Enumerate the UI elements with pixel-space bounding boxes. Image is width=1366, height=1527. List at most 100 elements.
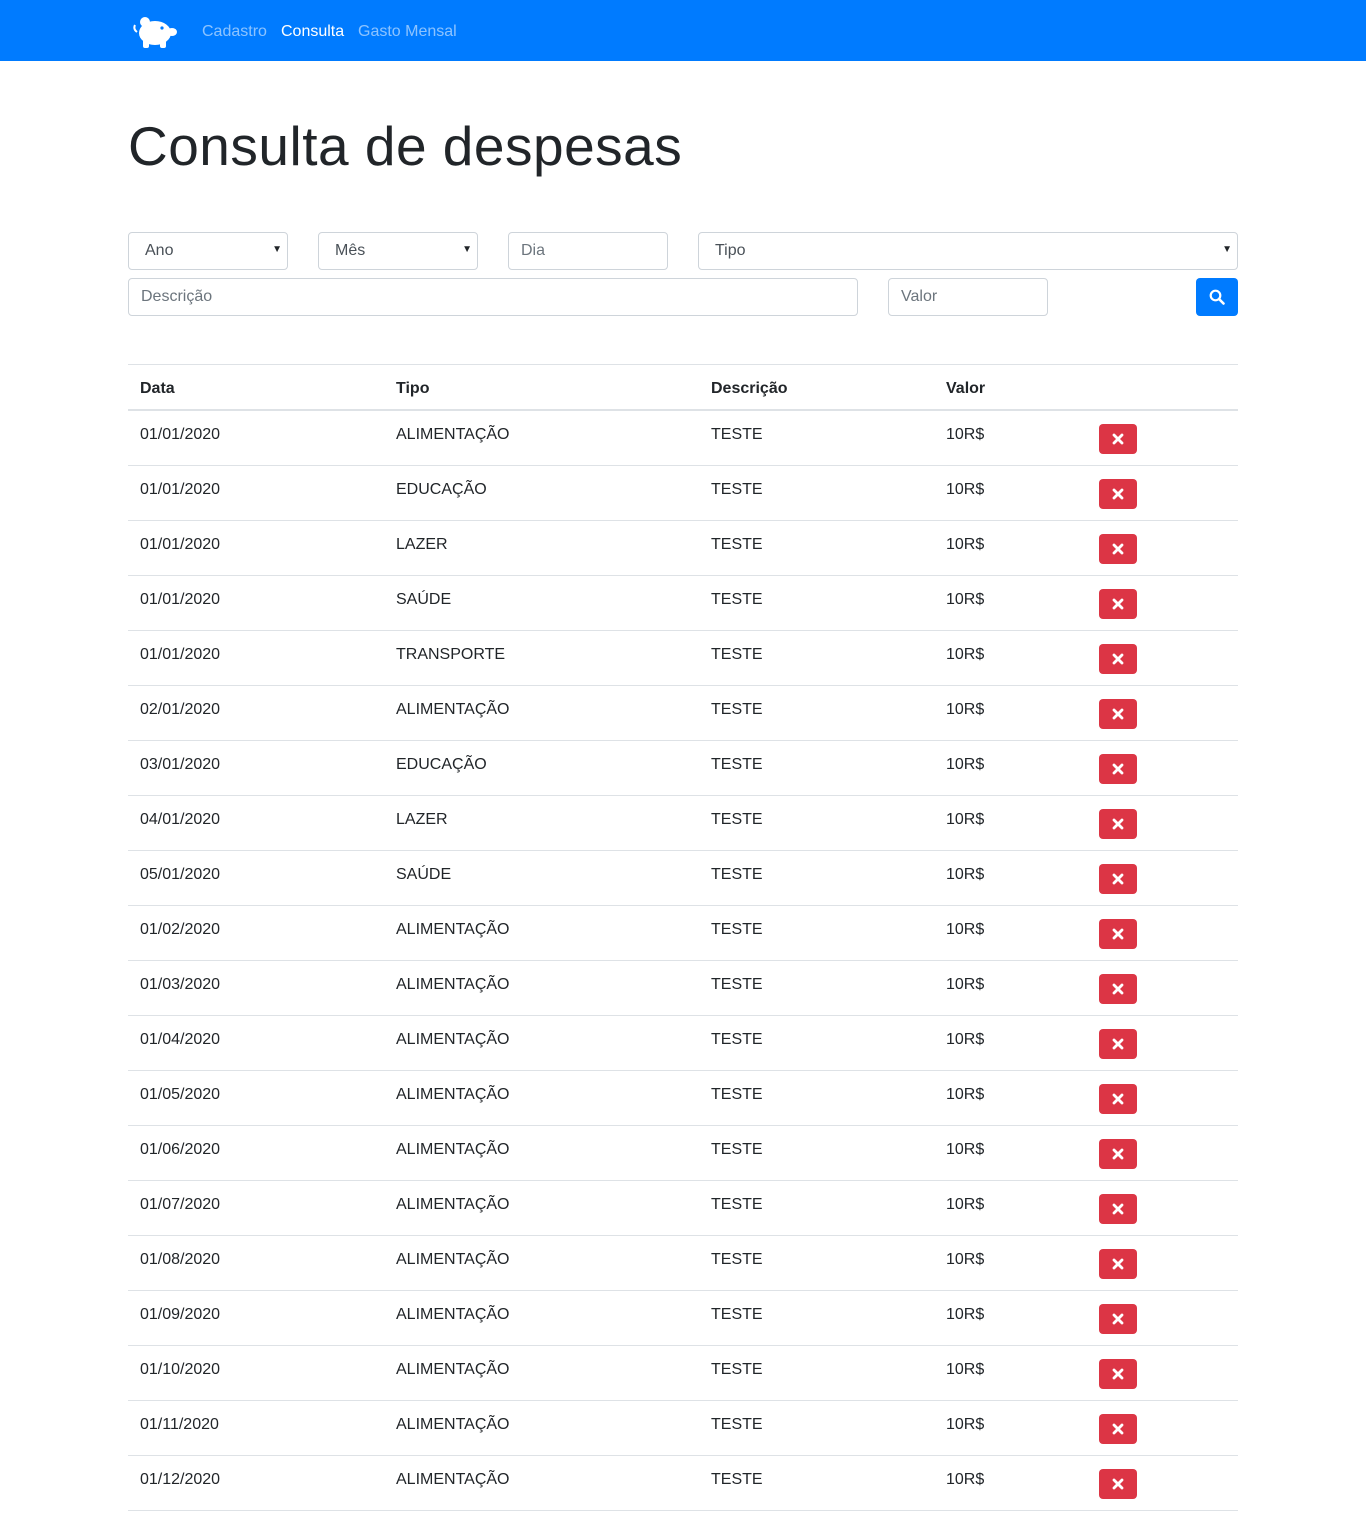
cell-valor: 10R$ (946, 701, 985, 718)
cell-tipo: EDUCAÇÃO (396, 756, 487, 773)
cell-data: 01/07/2020 (140, 1196, 221, 1213)
cell-valor: 10R$ (946, 1251, 985, 1268)
delete-button[interactable] (1099, 1139, 1137, 1169)
delete-button[interactable] (1099, 809, 1137, 839)
close-icon (1112, 1258, 1124, 1270)
chevron-down-icon: ▼ (272, 244, 282, 255)
delete-button[interactable] (1099, 479, 1137, 509)
delete-button[interactable] (1099, 919, 1137, 949)
header-valor: Valor (946, 380, 986, 397)
cell-valor: 10R$ (946, 1141, 985, 1158)
piggy-bank-icon[interactable] (132, 12, 178, 50)
cell-tipo: ALIMENTAÇÃO (396, 1086, 510, 1103)
chevron-down-icon: ▼ (1222, 244, 1232, 255)
cell-tipo: EDUCAÇÃO (396, 481, 487, 498)
cell-descricao: TESTE (711, 756, 763, 773)
cell-data: 01/05/2020 (140, 1086, 221, 1103)
cell-valor: 10R$ (946, 1196, 985, 1213)
table-row: 01/10/2020 ALIMENTAÇÃO TESTE 10R$ (128, 1346, 1238, 1401)
cell-tipo: ALIMENTAÇÃO (396, 976, 510, 993)
chevron-down-icon: ▼ (462, 244, 472, 255)
table-row: 01/02/2020 ALIMENTAÇÃO TESTE 10R$ (128, 906, 1238, 961)
cell-descricao: TESTE (711, 1306, 763, 1323)
ano-select[interactable]: Ano ▼ (128, 232, 288, 270)
delete-button[interactable] (1099, 1414, 1137, 1444)
delete-button[interactable] (1099, 644, 1137, 674)
delete-button[interactable] (1099, 424, 1137, 454)
cell-descricao: TESTE (711, 921, 763, 938)
cell-tipo: ALIMENTAÇÃO (396, 921, 510, 938)
cell-valor: 10R$ (946, 866, 985, 883)
delete-button[interactable] (1099, 1304, 1137, 1334)
cell-data: 01/02/2020 (140, 921, 221, 938)
close-icon (1112, 1203, 1124, 1215)
table-row: 01/03/2020 ALIMENTAÇÃO TESTE 10R$ (128, 961, 1238, 1016)
cell-descricao: TESTE (711, 1251, 763, 1268)
cell-tipo: ALIMENTAÇÃO (396, 1141, 510, 1158)
cell-data: 01/04/2020 (140, 1031, 221, 1048)
delete-button[interactable] (1099, 1359, 1137, 1389)
cell-tipo: ALIMENTAÇÃO (396, 701, 510, 718)
delete-button[interactable] (1099, 1249, 1137, 1279)
cell-data: 01/01/2020 (140, 646, 221, 663)
cell-tipo: LAZER (396, 811, 448, 828)
cell-data: 02/01/2020 (140, 701, 221, 718)
search-button[interactable] (1196, 278, 1238, 316)
tipo-select[interactable]: Tipo ▼ (698, 232, 1238, 270)
delete-button[interactable] (1099, 534, 1137, 564)
cell-valor: 10R$ (946, 976, 985, 993)
close-icon (1112, 543, 1124, 555)
delete-button[interactable] (1099, 864, 1137, 894)
cell-descricao: TESTE (711, 536, 763, 553)
delete-button[interactable] (1099, 754, 1137, 784)
cell-descricao: TESTE (711, 1196, 763, 1213)
cell-tipo: ALIMENTAÇÃO (396, 1361, 510, 1378)
delete-button[interactable] (1099, 974, 1137, 1004)
cell-descricao: TESTE (711, 646, 763, 663)
cell-tipo: TRANSPORTE (396, 646, 506, 663)
valor-input[interactable] (888, 278, 1048, 316)
cell-data: 01/01/2020 (140, 426, 221, 443)
cell-data: 01/09/2020 (140, 1306, 221, 1323)
mes-select[interactable]: Mês ▼ (318, 232, 478, 270)
cell-descricao: TESTE (711, 1361, 763, 1378)
cell-descricao: TESTE (711, 976, 763, 993)
nav-link-gasto-mensal[interactable]: Gasto Mensal (358, 22, 457, 42)
header-tipo: Tipo (396, 380, 430, 397)
cell-data: 01/10/2020 (140, 1361, 221, 1378)
cell-descricao: TESTE (711, 1471, 763, 1488)
delete-button[interactable] (1099, 1194, 1137, 1224)
delete-button[interactable] (1099, 1084, 1137, 1114)
table-row: 01/01/2020 EDUCAÇÃO TESTE 10R$ (128, 466, 1238, 521)
table-header-row: Data Tipo Descrição Valor (128, 364, 1238, 411)
cell-data: 04/01/2020 (140, 811, 221, 828)
close-icon (1112, 928, 1124, 940)
cell-descricao: TESTE (711, 701, 763, 718)
cell-valor: 10R$ (946, 481, 985, 498)
delete-button[interactable] (1099, 1029, 1137, 1059)
nav-link-consulta[interactable]: Consulta (281, 22, 344, 42)
table-row: 01/01/2020 TRANSPORTE TESTE 10R$ (128, 631, 1238, 686)
delete-button[interactable] (1099, 699, 1137, 729)
close-icon (1112, 1423, 1124, 1435)
tipo-select-value: Tipo (715, 242, 746, 259)
cell-valor: 10R$ (946, 811, 985, 828)
cell-valor: 10R$ (946, 591, 985, 608)
expenses-table: Data Tipo Descrição Valor 01/01/2020 ALIM… (128, 364, 1238, 1511)
close-icon (1112, 818, 1124, 830)
table-row: 02/01/2020 ALIMENTAÇÃO TESTE 10R$ (128, 686, 1238, 741)
descricao-input[interactable] (128, 278, 858, 316)
delete-button[interactable] (1099, 1469, 1137, 1499)
table-row: 01/08/2020 ALIMENTAÇÃO TESTE 10R$ (128, 1236, 1238, 1291)
nav-link-cadastro[interactable]: Cadastro (202, 22, 267, 42)
cell-valor: 10R$ (946, 1416, 985, 1433)
close-icon (1112, 653, 1124, 665)
table-row: 01/09/2020 ALIMENTAÇÃO TESTE 10R$ (128, 1291, 1238, 1346)
dia-input[interactable] (508, 232, 668, 270)
cell-data: 01/01/2020 (140, 536, 221, 553)
table-row: 01/06/2020 ALIMENTAÇÃO TESTE 10R$ (128, 1126, 1238, 1181)
mes-select-value: Mês (335, 242, 366, 259)
cell-data: 01/12/2020 (140, 1471, 221, 1488)
cell-data: 01/06/2020 (140, 1141, 221, 1158)
delete-button[interactable] (1099, 589, 1137, 619)
